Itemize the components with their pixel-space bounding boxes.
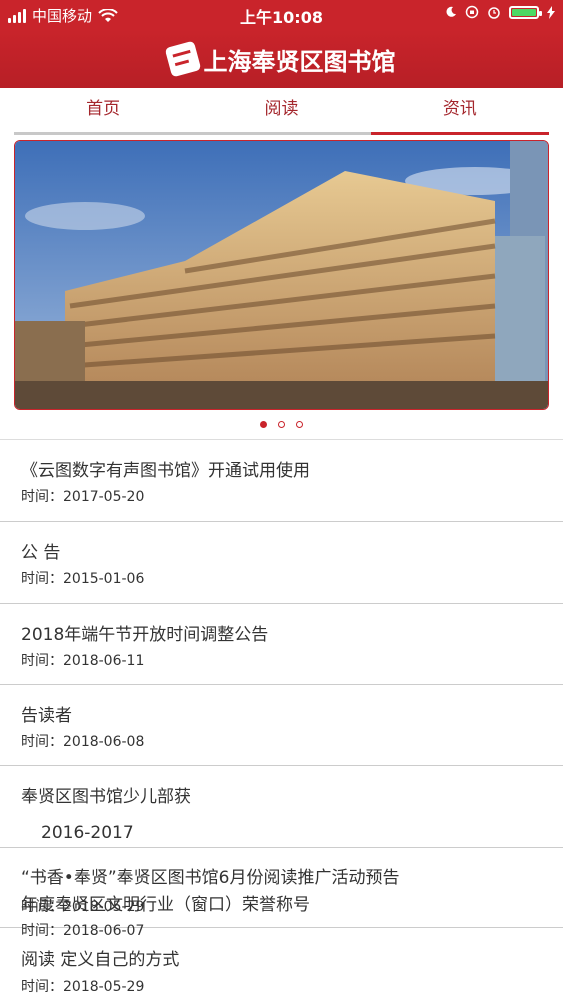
carousel-dot[interactable]	[260, 421, 267, 428]
tab-reading[interactable]: 阅读	[192, 88, 370, 132]
news-item[interactable]: 公 告 时间：2015-01-06	[0, 522, 563, 604]
carousel-dot[interactable]	[296, 421, 303, 428]
news-title: 公 告	[21, 543, 61, 563]
battery-icon	[509, 5, 542, 19]
status-bar: 中国移动 上午10:08	[0, 0, 563, 30]
carousel-banner-image[interactable]	[14, 140, 549, 410]
news-item[interactable]: 2018年端午节开放时间调整公告 时间：2018-06-11	[0, 604, 563, 685]
charging-icon	[547, 5, 555, 19]
news-title-line2: 2016-2017	[41, 823, 134, 843]
news-title: “书香•奉贤”奉贤区图书馆6月份阅读推广活动预告	[21, 868, 400, 888]
news-time: 时间：2018-06-11	[21, 653, 145, 669]
library-logo-icon	[164, 40, 201, 78]
news-title: 2018年端午节开放时间调整公告	[21, 625, 269, 645]
top-tabs: 首页 阅读 资讯	[14, 88, 550, 135]
alarm-icon	[488, 7, 500, 19]
news-time: 时间：2018-06-08	[21, 734, 145, 750]
news-time: 时间：2018-05-29	[21, 979, 145, 995]
moon-icon	[446, 6, 456, 17]
orientation-lock-icon	[465, 5, 479, 19]
tab-news[interactable]: 资讯	[370, 88, 550, 135]
news-item[interactable]: 《云图数字有声图书馆》开通试用使用 时间：2017-05-20	[0, 440, 563, 522]
tab-home[interactable]: 首页	[14, 88, 192, 132]
carousel-dot[interactable]	[278, 421, 285, 428]
app-header: 上海奉贤区图书馆	[0, 30, 563, 88]
news-time: 时间：2015-01-06	[21, 571, 145, 587]
news-item[interactable]: 告读者 时间：2018-06-08	[0, 685, 563, 766]
news-title: 《云图数字有声图书馆》开通试用使用	[21, 461, 310, 481]
news-item[interactable]: 奉贤区图书馆少儿部获 2016-2017 年度奉贤区文明行业（窗口）荣誉称号 时…	[0, 766, 563, 915]
news-title: 奉贤区图书馆少儿部获	[21, 787, 191, 807]
library-logo: 上海奉贤区图书馆	[164, 40, 396, 78]
news-title: 阅读 定义自己的方式	[21, 950, 180, 970]
library-building-photo	[15, 141, 548, 409]
status-right	[445, 5, 555, 19]
news-title: 告读者	[21, 706, 72, 726]
news-item[interactable]: 阅读 定义自己的方式 时间：2018-05-29	[0, 928, 563, 1000]
app-title: 上海奉贤区图书馆	[203, 47, 396, 76]
news-item[interactable]: “书香•奉贤”奉贤区图书馆6月份阅读推广活动预告 时间：2018-06-07	[0, 848, 563, 939]
news-time: 时间：2017-05-20	[21, 489, 145, 505]
carousel-pagination	[0, 421, 563, 428]
